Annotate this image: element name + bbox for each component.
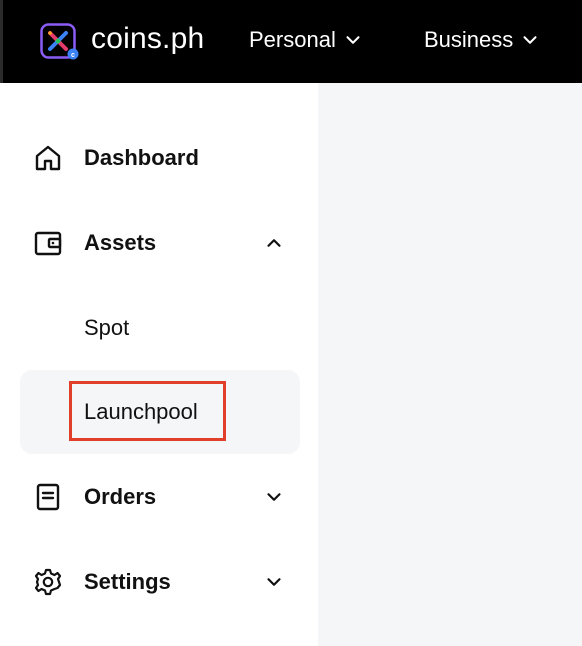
sidebar-item-assets[interactable]: Assets <box>20 211 300 275</box>
sidebar-item-label: Orders <box>84 484 157 509</box>
sidebar-subitem-label: Spot <box>84 315 130 340</box>
gear-icon <box>32 566 64 598</box>
sidebar-item-label: Settings <box>84 569 171 594</box>
sidebar-item-label: Assets <box>84 230 157 255</box>
personal-menu[interactable]: Personal <box>249 27 364 53</box>
sidebar-item-label: Dashboard <box>84 145 199 170</box>
wallet-icon <box>32 227 64 259</box>
business-menu-label: Business <box>424 27 514 52</box>
main-content-area <box>318 83 582 646</box>
home-icon <box>32 142 64 174</box>
sidebar-item-settings[interactable]: Settings <box>20 550 300 614</box>
chevron-up-icon <box>262 231 286 255</box>
sidebar-subitem-launchpool[interactable]: Launchpool <box>20 370 300 454</box>
chevron-down-icon <box>523 36 537 44</box>
document-icon <box>32 481 64 513</box>
sidebar-item-orders[interactable]: Orders <box>20 465 300 529</box>
personal-menu-label: Personal <box>249 27 336 52</box>
coins-logo-icon[interactable]: c <box>40 23 80 61</box>
svg-text:c: c <box>71 52 75 59</box>
brand-name[interactable]: coins.ph <box>91 22 204 56</box>
chevron-down-icon <box>262 485 286 509</box>
business-menu[interactable]: Business <box>424 27 541 53</box>
sidebar-subitem-spot[interactable]: Spot <box>20 286 300 370</box>
top-navigation-bar: c coins.ph Personal Business <box>0 0 582 83</box>
chevron-down-icon <box>262 570 286 594</box>
sidebar-item-dashboard[interactable]: Dashboard <box>20 126 300 190</box>
sidebar-subitem-label: Launchpool <box>84 399 198 424</box>
chevron-down-icon <box>346 36 360 44</box>
